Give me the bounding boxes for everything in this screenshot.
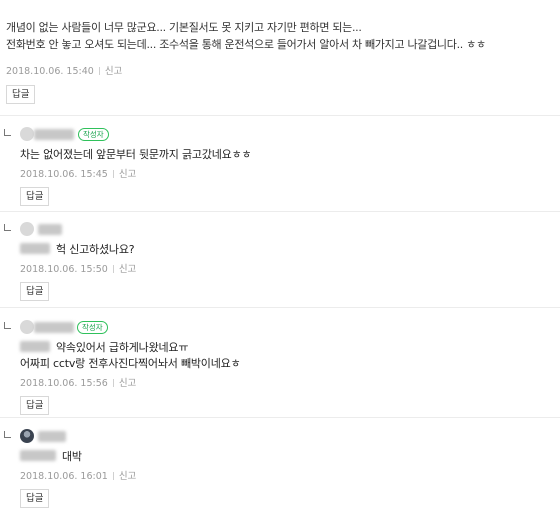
report-link[interactable]: 신고 [119, 378, 136, 389]
reply-text-content: 대박 [62, 450, 82, 463]
author-row: 작성자 [20, 320, 550, 336]
divider [0, 211, 560, 212]
avatar[interactable] [20, 127, 34, 141]
meta-separator [112, 265, 114, 273]
comment-date: 2018.10.06. 15:50 [20, 264, 108, 275]
reply-arrow-icon [4, 322, 11, 329]
comment-date: 2018.10.06. 16:01 [20, 471, 108, 482]
reply-arrow-icon [4, 129, 11, 136]
mention-blurred [20, 243, 50, 254]
comment-date: 2018.10.06. 15:56 [20, 378, 108, 389]
comment-text: 개념이 없는 사람들이 너무 많군요... 기본질서도 못 지키고 자기만 편하… [6, 19, 556, 53]
reply-text: 대박 [20, 449, 550, 465]
author-row [20, 222, 550, 238]
mention-blurred [20, 341, 50, 352]
reply-text: 차는 없어졌는데 앞문부터 뒷문까지 긁고갔네요ㅎㅎ [20, 148, 252, 161]
author-name-blurred[interactable] [34, 129, 74, 140]
comment-item: 개념이 없는 사람들이 너무 많군요... 기본질서도 못 지키고 자기만 편하… [6, 19, 556, 104]
avatar[interactable] [20, 429, 34, 443]
report-link[interactable]: 신고 [119, 169, 136, 180]
reply-text-content: 약속있어서 급하게나왔네요ㅠ [56, 341, 189, 354]
avatar[interactable] [20, 222, 34, 236]
divider [0, 417, 560, 418]
reply-button[interactable]: 답글 [20, 489, 50, 508]
reply-text: 헉 신고하셨나요? [20, 242, 550, 258]
author-name-blurred[interactable] [34, 322, 74, 333]
reply-text: 약속있어서 급하게나왔네요ㅠ 어짜피 cctv랑 전후사진다찍어놔서 빼박이네요… [20, 340, 550, 372]
author-badge: 작성자 [77, 321, 108, 334]
meta-separator [112, 472, 114, 480]
mention-blurred [20, 450, 56, 461]
comment-meta: 2018.10.06. 15:45 신고 [20, 166, 550, 180]
reply-button[interactable]: 답글 [20, 396, 50, 415]
reply-button[interactable]: 답글 [20, 282, 50, 301]
comment-meta: 2018.10.06. 15:50 신고 [20, 261, 550, 275]
author-row [20, 429, 550, 445]
author-name-blurred[interactable] [38, 224, 62, 235]
comment-text-line: 개념이 없는 사람들이 너무 많군요... 기본질서도 못 지키고 자기만 편하… [6, 21, 362, 34]
comment-date: 2018.10.06. 15:45 [20, 169, 108, 180]
comment-text-line: 전화번호 안 놓고 오셔도 되는데... 조수석을 통해 운전석으로 들어가서 … [6, 38, 486, 51]
reply-arrow-icon [4, 224, 11, 231]
reply-text-content: 어짜피 cctv랑 전후사진다찍어놔서 빼박이네요ㅎ [20, 357, 241, 370]
comment-meta: 2018.10.06. 16:01 신고 [20, 468, 550, 482]
comment-meta: 2018.10.06. 15:40 신고 [6, 63, 556, 77]
avatar[interactable] [20, 320, 34, 334]
divider [0, 115, 560, 116]
comment-date: 2018.10.06. 15:40 [6, 66, 94, 77]
author-row: 작성자 [20, 127, 550, 143]
meta-separator [98, 67, 100, 75]
report-link[interactable]: 신고 [119, 264, 136, 275]
report-link[interactable]: 신고 [119, 471, 136, 482]
report-link[interactable]: 신고 [105, 66, 122, 77]
author-badge: 작성자 [78, 128, 109, 141]
reply-button[interactable]: 답글 [20, 187, 50, 206]
meta-separator [112, 170, 114, 178]
reply-button[interactable]: 답글 [6, 85, 36, 104]
comment-section: 개념이 없는 사람들이 너무 많군요... 기본질서도 못 지키고 자기만 편하… [0, 0, 560, 532]
author-name-blurred[interactable] [38, 431, 66, 442]
reply-arrow-icon [4, 431, 11, 438]
comment-meta: 2018.10.06. 15:56 신고 [20, 375, 550, 389]
reply-text-content: 헉 신고하셨나요? [56, 243, 135, 256]
meta-separator [112, 379, 114, 387]
divider [0, 307, 560, 308]
